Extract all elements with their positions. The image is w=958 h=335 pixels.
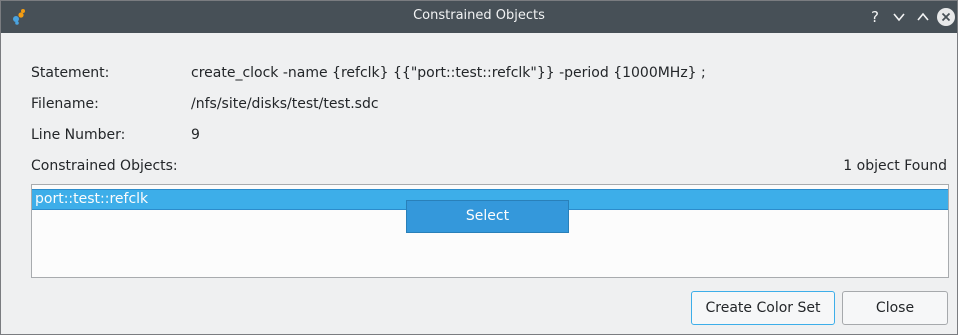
chevron-down-icon[interactable] bbox=[889, 7, 909, 27]
filename-label: Filename: bbox=[31, 96, 99, 112]
constrained-objects-label: Constrained Objects: bbox=[31, 158, 178, 174]
help-glyph: ? bbox=[871, 8, 879, 26]
close-button[interactable]: Close bbox=[842, 291, 948, 325]
chevron-up-icon[interactable] bbox=[913, 7, 933, 27]
constrained-objects-dialog: Constrained Objects ? Statement: create_… bbox=[0, 0, 958, 335]
found-count: 1 object Found bbox=[843, 158, 947, 174]
statement-label: Statement: bbox=[31, 65, 110, 81]
line-number-label: Line Number: bbox=[31, 127, 126, 143]
select-context-button[interactable]: Select bbox=[406, 200, 569, 233]
title-bar[interactable]: Constrained Objects ? bbox=[1, 1, 957, 33]
create-color-set-button[interactable]: Create Color Set bbox=[691, 291, 835, 325]
close-icon[interactable] bbox=[937, 8, 955, 26]
help-icon[interactable]: ? bbox=[865, 7, 885, 27]
filename-value: /nfs/site/disks/test/test.sdc bbox=[191, 96, 379, 112]
line-number-value: 9 bbox=[191, 127, 200, 143]
statement-value: create_clock -name {refclk} {{"port::tes… bbox=[191, 65, 706, 81]
window-title: Constrained Objects bbox=[413, 8, 545, 23]
